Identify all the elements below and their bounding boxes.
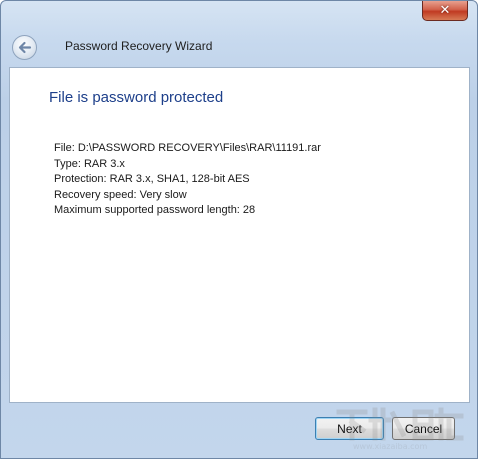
protection-text: Protection: RAR 3.x, SHA1, 128-bit AES [54,173,250,185]
file-type-text: Type: RAR 3.x [54,157,125,170]
page-heading: File is password protected [49,89,224,106]
watermark-logo-icon [336,407,464,441]
content-panel: File is password protected File: D:\PASS… [9,67,470,403]
back-arrow-icon [18,41,32,54]
back-button[interactable] [12,35,37,60]
watermark: www.xiazaiba.com [331,404,471,456]
title-bar: ✕ [1,1,477,29]
recovery-speed-text: Recovery speed: Very slow [54,188,187,201]
file-path-text: File: D:\PASSWORD RECOVERY\Files\RAR\111… [54,142,321,154]
watermark-url: www.xiazaiba.com [353,442,428,451]
max-length-text: Maximum supported password length: 28 [54,204,256,216]
wizard-window: ✕ Password Recovery Wizard File is passw… [0,0,478,459]
wizard-title: Password Recovery Wizard [65,39,213,53]
file-details: File: D:\PASSWORD RECOVERY\Files\RAR\111… [54,141,321,219]
close-button[interactable]: ✕ [422,1,468,21]
close-icon: ✕ [439,3,451,18]
